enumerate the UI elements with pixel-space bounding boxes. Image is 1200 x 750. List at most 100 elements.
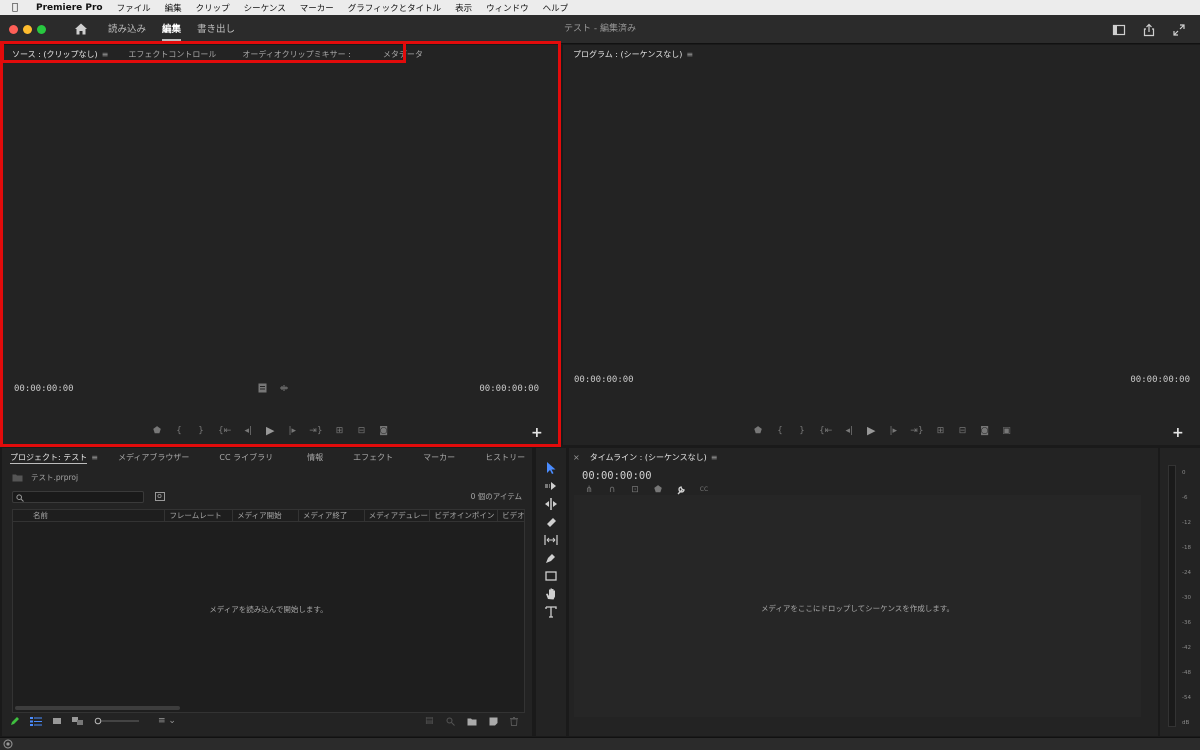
window-controls (9, 25, 46, 34)
step-forward-icon[interactable]: |▸ (888, 426, 898, 436)
play-icon[interactable]: ▶ (866, 425, 876, 436)
tab-cc-libraries[interactable]: CC ライブラリ (211, 450, 299, 465)
zoom-slider[interactable] (94, 717, 140, 725)
tab-program[interactable]: プログラム : (シーケンスなし) ≡ (565, 47, 705, 62)
search-icon (16, 494, 24, 502)
tab-project[interactable]: プロジェクト: テスト ≡ (2, 450, 110, 465)
icon-view-icon[interactable] (52, 717, 62, 726)
tab-media-browser[interactable]: メディアブラウザー (110, 450, 211, 465)
tab-markers[interactable]: マーカー (415, 450, 477, 465)
razor-tool-icon[interactable] (544, 515, 558, 529)
step-back-icon[interactable]: ◂| (844, 426, 854, 436)
new-item-icon[interactable] (489, 717, 498, 726)
add-marker-icon[interactable]: ⬟ (653, 485, 663, 495)
tab-timeline[interactable]: タイムライン : (シーケンスなし) ≡ (584, 450, 730, 465)
freeform-view-icon[interactable] (72, 716, 84, 726)
tab-export[interactable]: 書き出し (189, 15, 243, 44)
menu-marker[interactable]: マーカー (300, 2, 334, 14)
project-list[interactable]: 名前 フレームレート メディア開始 メディア終了 メディアデュレー ビデオインポ… (12, 509, 525, 713)
linked-selection-icon[interactable]: ⊡ (630, 485, 640, 495)
home-icon[interactable] (74, 22, 88, 36)
rectangle-tool-icon[interactable] (544, 569, 558, 583)
lift-icon[interactable]: ⊞ (936, 426, 946, 436)
panel-menu-icon[interactable]: ≡ (686, 50, 693, 59)
sort-icon[interactable]: ≡ ⌄ (158, 716, 176, 726)
timeline-drop-area[interactable]: メディアをここにドロップしてシーケンスを作成します。 (574, 495, 1141, 717)
column-media-end[interactable]: メディア終了 (297, 510, 364, 521)
go-to-out-icon[interactable]: ⇥} (910, 426, 923, 436)
column-media-start[interactable]: メディア開始 (232, 510, 298, 521)
extract-icon[interactable]: ⊟ (958, 426, 968, 436)
program-transport-controls: ⬟ { } {⇤ ◂| ▶ |▸ ⇥} ⊞ ⊟ ◙ ▣ (753, 425, 1012, 436)
menu-view[interactable]: 表示 (455, 2, 472, 14)
nest-icon[interactable]: ⋔ (584, 485, 594, 495)
tab-history[interactable]: ヒストリー (477, 450, 537, 465)
automate-to-sequence-icon[interactable]: ▤ (425, 716, 434, 726)
captions-icon[interactable]: CC (699, 485, 709, 495)
menu-clip[interactable]: クリップ (196, 2, 230, 14)
project-search-input[interactable] (12, 491, 144, 503)
program-timecode-current[interactable]: 00:00:00:00 (574, 375, 634, 385)
timeline-settings-icon[interactable] (676, 485, 686, 495)
menu-app-name[interactable]: Premiere Pro (36, 3, 103, 13)
minimize-window-button[interactable] (23, 25, 32, 34)
menu-edit[interactable]: 編集 (165, 2, 182, 14)
column-name[interactable]: 名前 (13, 510, 164, 521)
pen-tool-icon[interactable] (544, 551, 558, 565)
share-icon[interactable] (1142, 23, 1156, 37)
timeline-timecode[interactable]: 00:00:00:00 (582, 470, 652, 482)
list-view-icon[interactable] (30, 716, 42, 726)
apple-logo-icon[interactable]:  (12, 0, 26, 15)
new-bin-icon[interactable] (467, 717, 477, 726)
column-media-duration[interactable]: メディアデュレー (363, 510, 430, 521)
status-icon[interactable] (3, 739, 13, 749)
pencil-icon[interactable] (10, 716, 20, 726)
status-bar (0, 737, 1200, 750)
export-frame-icon[interactable]: ◙ (980, 426, 990, 436)
menu-window[interactable]: ウィンドウ (486, 2, 529, 14)
panel-menu-icon[interactable]: ≡ (91, 453, 98, 462)
add-button[interactable]: + (1172, 426, 1184, 440)
close-window-button[interactable] (9, 25, 18, 34)
hand-tool-icon[interactable] (544, 587, 558, 601)
workspace-tabs: 読み込み 編集 書き出し (100, 15, 243, 44)
selection-tool-icon[interactable] (544, 461, 558, 475)
menu-file[interactable]: ファイル (117, 2, 151, 14)
menu-graphics[interactable]: グラフィックとタイトル (348, 2, 441, 14)
track-select-tool-icon[interactable] (544, 479, 558, 493)
tab-effects[interactable]: エフェクト (345, 450, 415, 465)
go-to-in-icon[interactable]: {⇤ (819, 426, 832, 436)
project-panel-tabs: プロジェクト: テスト ≡ メディアブラウザー CC ライブラリ 情報 エフェクト… (2, 450, 537, 465)
tools-panel (536, 448, 566, 736)
new-search-bin-icon[interactable] (155, 492, 165, 501)
menu-sequence[interactable]: シーケンス (244, 2, 286, 14)
mark-out-icon[interactable]: } (797, 426, 807, 436)
project-bottom-actions: ▤ (425, 716, 518, 726)
snap-icon[interactable]: ∩ (607, 485, 617, 495)
horizontal-scrollbar[interactable] (15, 706, 180, 710)
comparison-view-icon[interactable]: ▣ (1002, 426, 1012, 436)
tab-info[interactable]: 情報 (299, 450, 345, 465)
workspace-panel-icon[interactable] (1112, 23, 1126, 37)
trash-icon[interactable] (509, 716, 518, 726)
project-panel: プロジェクト: テスト ≡ メディアブラウザー CC ライブラリ 情報 エフェクト… (2, 448, 532, 736)
slip-tool-icon[interactable] (544, 533, 558, 547)
column-video-in-point[interactable]: ビデオインポイン (429, 510, 497, 521)
zoom-window-button[interactable] (37, 25, 46, 34)
mark-in-icon[interactable]: { (775, 426, 785, 436)
ripple-edit-tool-icon[interactable] (544, 497, 558, 511)
fullscreen-icon[interactable] (1172, 23, 1186, 37)
menu-help[interactable]: ヘルプ (543, 2, 569, 14)
type-tool-icon[interactable] (544, 605, 558, 619)
column-video[interactable]: ビデオ (497, 510, 524, 521)
meter-label: -24 (1182, 570, 1191, 576)
column-frame-rate[interactable]: フレームレート (164, 510, 232, 521)
tab-import[interactable]: 読み込み (100, 15, 154, 44)
panel-menu-icon[interactable]: ≡ (711, 453, 718, 462)
find-icon[interactable] (446, 717, 455, 726)
add-marker-icon[interactable]: ⬟ (753, 426, 763, 436)
meter-label: -36 (1182, 620, 1191, 626)
tab-edit[interactable]: 編集 (154, 15, 189, 44)
close-tab-icon[interactable]: × (573, 450, 580, 465)
meter-unit-label: dB (1182, 720, 1190, 726)
